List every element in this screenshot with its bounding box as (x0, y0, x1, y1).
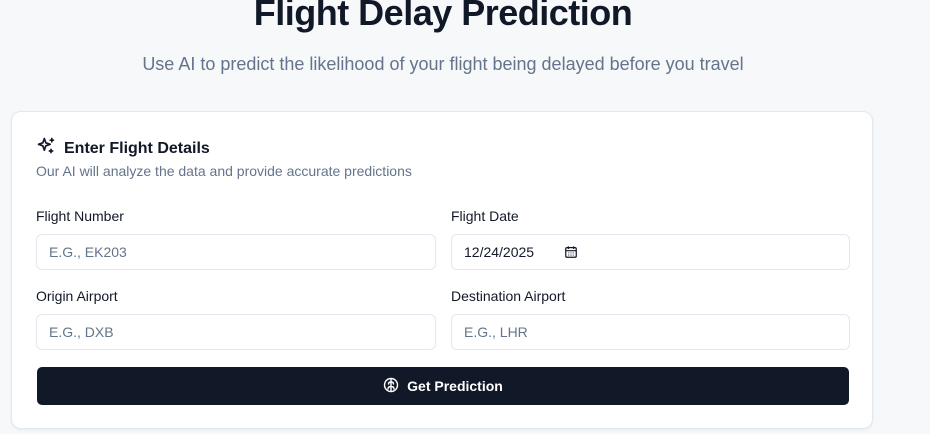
destination-airport-input[interactable]: E.G., LHR (451, 314, 850, 350)
page: Flight Delay Prediction Use AI to predic… (0, 0, 930, 434)
calendar-icon[interactable] (564, 245, 578, 259)
get-prediction-button[interactable]: Get Prediction (37, 367, 849, 405)
brain-icon (383, 377, 407, 396)
card-title: Enter Flight Details (64, 139, 210, 157)
get-prediction-label: Get Prediction (407, 378, 503, 394)
destination-airport-label: Destination Airport (451, 288, 566, 304)
card-header: Enter Flight Details (36, 136, 210, 161)
origin-airport-placeholder: E.G., DXB (49, 324, 114, 340)
flight-date-input[interactable]: 12/24/2025 (451, 234, 850, 270)
page-title: Flight Delay Prediction (253, 0, 633, 33)
page-subtitle: Use AI to predict the likelihood of your… (142, 54, 744, 74)
flight-details-card: Enter Flight Details Our AI will analyze… (11, 111, 873, 429)
origin-airport-label: Origin Airport (36, 288, 118, 304)
flight-number-input[interactable]: E.G., EK203 (36, 234, 436, 270)
flight-date-label: Flight Date (451, 208, 519, 224)
destination-airport-placeholder: E.G., LHR (464, 324, 528, 340)
sparkles-icon (36, 136, 56, 161)
flight-number-label: Flight Number (36, 208, 124, 224)
flight-number-placeholder: E.G., EK203 (49, 244, 127, 260)
card-description: Our AI will analyze the data and provide… (36, 163, 412, 179)
flight-date-value: 12/24/2025 (464, 244, 535, 260)
origin-airport-input[interactable]: E.G., DXB (36, 314, 436, 350)
